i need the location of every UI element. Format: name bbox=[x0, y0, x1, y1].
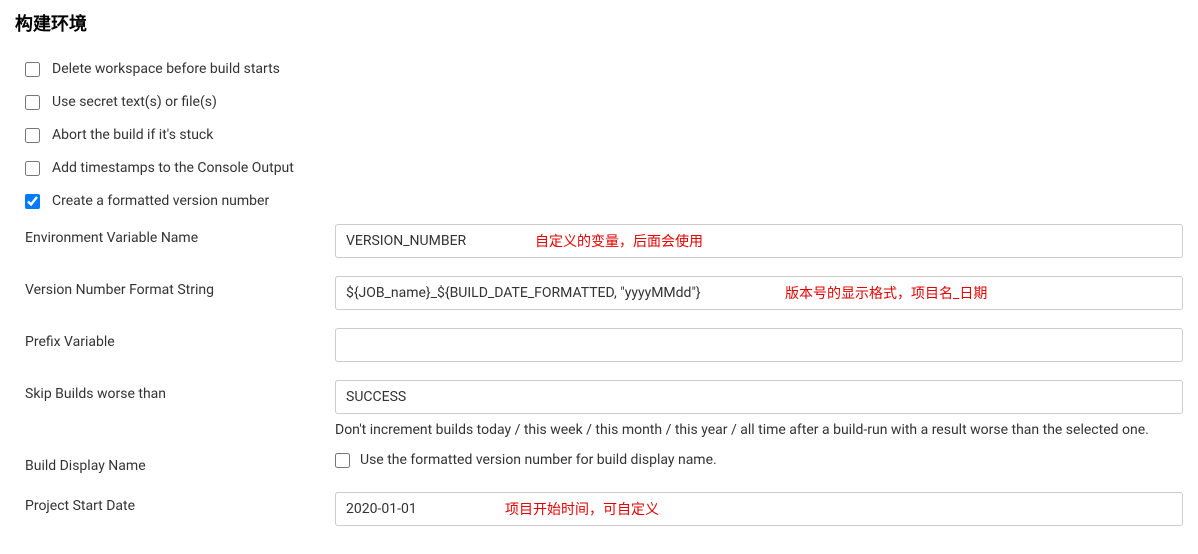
checkbox-label[interactable]: Use secret text(s) or file(s) bbox=[52, 94, 217, 110]
checkbox-label[interactable]: Create a formatted version number bbox=[52, 193, 269, 209]
form-field: 项目开始时间，可自定义 bbox=[335, 492, 1183, 526]
version-number-form: Environment Variable Name 自定义的变量，后面会使用 V… bbox=[15, 224, 1183, 526]
checkbox-label[interactable]: Delete workspace before build starts bbox=[52, 61, 280, 77]
form-row-prefix-variable: Prefix Variable bbox=[25, 328, 1183, 362]
help-text: Don't increment builds today / this week… bbox=[335, 422, 1183, 438]
prefix-variable-input[interactable] bbox=[335, 328, 1183, 362]
form-row-format-string: Version Number Format String 版本号的显示格式，项目… bbox=[25, 276, 1183, 310]
checkbox-create-version[interactable] bbox=[25, 194, 40, 209]
form-row-skip-builds: Skip Builds worse than Don't increment b… bbox=[25, 380, 1183, 438]
section-title: 构建环境 bbox=[15, 10, 1183, 36]
form-label: Version Number Format String bbox=[25, 276, 335, 298]
checkbox-delete-workspace[interactable] bbox=[25, 62, 40, 77]
checkbox-label[interactable]: Abort the build if it's stuck bbox=[52, 127, 213, 143]
form-field: Don't increment builds today / this week… bbox=[335, 380, 1183, 438]
start-date-input[interactable] bbox=[335, 492, 1183, 526]
form-row-build-display: Build Display Name Use the formatted ver… bbox=[25, 452, 1183, 474]
form-label: Skip Builds worse than bbox=[25, 380, 335, 402]
checkbox-use-secret[interactable] bbox=[25, 95, 40, 110]
form-field: 版本号的显示格式，项目名_日期 bbox=[335, 276, 1183, 310]
checkbox-add-timestamps[interactable] bbox=[25, 161, 40, 176]
env-var-name-input[interactable] bbox=[335, 224, 1183, 258]
skip-builds-input[interactable] bbox=[335, 380, 1183, 414]
checkbox-row-use-secret: Use secret text(s) or file(s) bbox=[15, 89, 1183, 115]
checkbox-row-create-version: Create a formatted version number bbox=[15, 188, 1183, 214]
form-label: Prefix Variable bbox=[25, 328, 335, 350]
form-field: Use the formatted version number for bui… bbox=[335, 452, 1183, 468]
checkbox-row-add-timestamps: Add timestamps to the Console Output bbox=[15, 155, 1183, 181]
form-row-env-var-name: Environment Variable Name 自定义的变量，后面会使用 bbox=[25, 224, 1183, 258]
format-string-input[interactable] bbox=[335, 276, 1183, 310]
checkbox-row-delete-workspace: Delete workspace before build starts bbox=[15, 56, 1183, 82]
form-field bbox=[335, 328, 1183, 362]
checkbox-row-abort-stuck: Abort the build if it's stuck bbox=[15, 122, 1183, 148]
checkbox-label[interactable]: Add timestamps to the Console Output bbox=[52, 160, 294, 176]
form-label: Project Start Date bbox=[25, 492, 335, 514]
checkbox-abort-stuck[interactable] bbox=[25, 128, 40, 143]
form-field: 自定义的变量，后面会使用 bbox=[335, 224, 1183, 258]
form-row-start-date: Project Start Date 项目开始时间，可自定义 bbox=[25, 492, 1183, 526]
form-label: Build Display Name bbox=[25, 452, 335, 474]
form-label: Environment Variable Name bbox=[25, 224, 335, 246]
checkbox-build-display-name[interactable] bbox=[335, 453, 350, 468]
inline-checkbox: Use the formatted version number for bui… bbox=[335, 452, 1183, 468]
checkbox-label[interactable]: Use the formatted version number for bui… bbox=[360, 452, 717, 468]
